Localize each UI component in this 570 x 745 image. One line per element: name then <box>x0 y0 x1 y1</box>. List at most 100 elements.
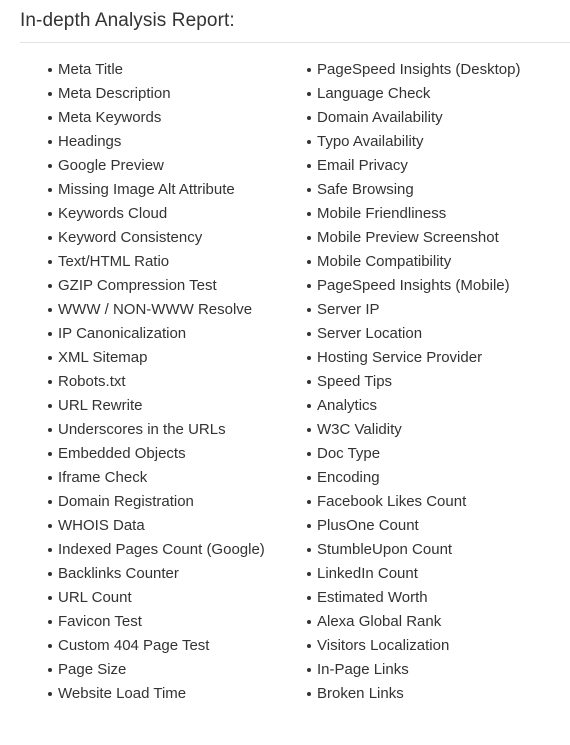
list-item-label: Mobile Preview Screenshot <box>317 229 499 246</box>
bullet-icon <box>307 596 311 600</box>
bullet-icon <box>307 428 311 432</box>
title-divider <box>20 42 570 43</box>
list-item-label: URL Rewrite <box>58 397 143 414</box>
list-item-label: W3C Validity <box>317 421 402 438</box>
bullet-icon <box>48 668 52 672</box>
bullet-icon <box>48 596 52 600</box>
list-item-label: Server IP <box>317 301 380 318</box>
bullet-icon <box>307 404 311 408</box>
bullet-icon <box>48 452 52 456</box>
bullet-icon <box>307 188 311 192</box>
list-item-label: Domain Registration <box>58 493 194 510</box>
bullet-icon <box>48 68 52 72</box>
list-item: Meta Keywords <box>48 106 290 130</box>
list-item-label: WWW / NON-WWW Resolve <box>58 301 253 318</box>
left-column: Meta Title Meta Description Meta Keywords H… <box>0 58 290 706</box>
bullet-icon <box>48 212 52 216</box>
list-item: Custom 404 Page Test <box>48 634 290 658</box>
list-item-label: Encoding <box>317 469 380 486</box>
bullet-icon <box>48 356 52 360</box>
list-item-label: Keyword Consistency <box>58 229 203 246</box>
list-item-label: Page Size <box>58 661 127 678</box>
list-item-label: Embedded Objects <box>58 445 186 462</box>
list-item-label: Typo Availability <box>317 133 424 150</box>
list-item: Indexed Pages Count (Google) <box>48 538 290 562</box>
bullet-icon <box>48 404 52 408</box>
list-item-label: Meta Title <box>58 61 124 78</box>
bullet-icon <box>48 692 52 696</box>
list-item-label: Headings <box>58 133 122 150</box>
bullet-icon <box>307 500 311 504</box>
list-item-label: Alexa Global Rank <box>317 613 442 630</box>
list-item: StumbleUpon Count <box>307 538 570 562</box>
bullet-icon <box>48 164 52 168</box>
bullet-icon <box>48 260 52 264</box>
bullet-icon <box>307 332 311 336</box>
bullet-icon <box>307 380 311 384</box>
list-item-label: Indexed Pages Count (Google) <box>58 541 265 558</box>
list-item: Broken Links <box>307 682 570 706</box>
list-item: Server Location <box>307 322 570 346</box>
list-item: Favicon Test <box>48 610 290 634</box>
list-item: LinkedIn Count <box>307 562 570 586</box>
bullet-icon <box>48 236 52 240</box>
list-item: Underscores in the URLs <box>48 418 290 442</box>
bullet-icon <box>48 428 52 432</box>
list-item-label: StumbleUpon Count <box>317 541 453 558</box>
list-item: Facebook Likes Count <box>307 490 570 514</box>
list-item: Mobile Preview Screenshot <box>307 226 570 250</box>
bullet-icon <box>48 572 52 576</box>
list-item: Meta Title <box>48 58 290 82</box>
bullet-icon <box>307 356 311 360</box>
right-column: PageSpeed Insights (Desktop) Language Che… <box>290 58 570 706</box>
list-item-label: URL Count <box>58 589 132 606</box>
bullet-icon <box>307 92 311 96</box>
list-item: Language Check <box>307 82 570 106</box>
list-item: Speed Tips <box>307 370 570 394</box>
list-item-label: Hosting Service Provider <box>317 349 483 366</box>
list-item-label: PlusOne Count <box>317 517 419 534</box>
list-item: Text/HTML Ratio <box>48 250 290 274</box>
list-item: Backlinks Counter <box>48 562 290 586</box>
list-item: PageSpeed Insights (Mobile) <box>307 274 570 298</box>
bullet-icon <box>48 92 52 96</box>
list-item-label: In-Page Links <box>317 661 409 678</box>
bullet-icon <box>48 620 52 624</box>
list-item: GZIP Compression Test <box>48 274 290 298</box>
bullet-icon <box>307 284 311 288</box>
report-page: In-depth Analysis Report: Meta Title Meta… <box>0 0 570 745</box>
list-item-label: Backlinks Counter <box>58 565 179 582</box>
list-item: XML Sitemap <box>48 346 290 370</box>
list-item-label: Underscores in the URLs <box>58 421 226 438</box>
list-item-label: Server Location <box>317 325 423 342</box>
list-item: Server IP <box>307 298 570 322</box>
list-item-label: Keywords Cloud <box>58 205 168 222</box>
bullet-icon <box>307 548 311 552</box>
list-item-label: Visitors Localization <box>317 637 450 654</box>
list-item: Hosting Service Provider <box>307 346 570 370</box>
bullet-icon <box>307 476 311 480</box>
list-item-label: Analytics <box>317 397 378 414</box>
bullet-icon <box>48 284 52 288</box>
right-column-list: PageSpeed Insights (Desktop) Language Che… <box>307 58 570 706</box>
list-item-label: Custom 404 Page Test <box>58 637 210 654</box>
bullet-icon <box>307 260 311 264</box>
list-item-label: WHOIS Data <box>58 517 145 534</box>
bullet-icon <box>48 476 52 480</box>
list-item: Keywords Cloud <box>48 202 290 226</box>
bullet-icon <box>307 68 311 72</box>
list-item-label: Facebook Likes Count <box>317 493 467 510</box>
list-item: Domain Availability <box>307 106 570 130</box>
list-item-label: Iframe Check <box>58 469 148 486</box>
bullet-icon <box>307 524 311 528</box>
bullet-icon <box>48 644 52 648</box>
list-item: In-Page Links <box>307 658 570 682</box>
list-item: URL Count <box>48 586 290 610</box>
bullet-icon <box>48 140 52 144</box>
list-item: Mobile Friendliness <box>307 202 570 226</box>
list-item: Iframe Check <box>48 466 290 490</box>
list-item-label: Google Preview <box>58 157 164 174</box>
list-item: WHOIS Data <box>48 514 290 538</box>
list-item-label: Robots.txt <box>58 373 126 390</box>
bullet-icon <box>48 188 52 192</box>
